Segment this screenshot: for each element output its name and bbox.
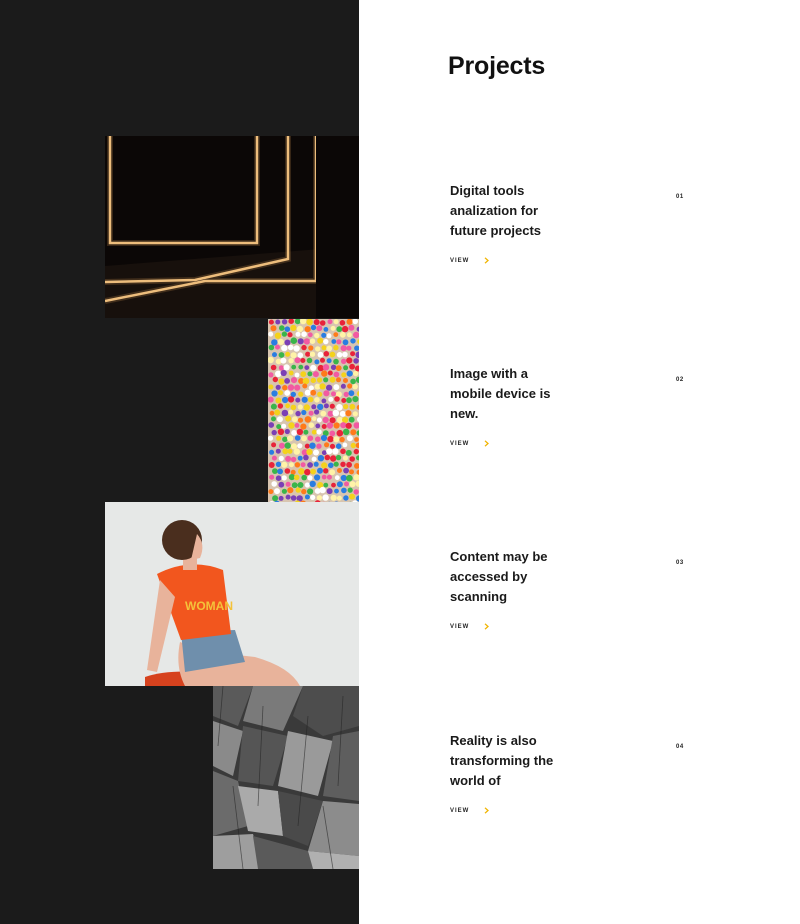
view-label: VIEW bbox=[450, 257, 470, 264]
project-image-woman-orange-tshirt[interactable]: WOMAN bbox=[105, 502, 359, 686]
view-label: VIEW bbox=[450, 440, 470, 447]
view-label: VIEW bbox=[450, 807, 470, 814]
project-image-neon-frames[interactable] bbox=[105, 136, 359, 318]
project-title: Reality is also transforming the world o… bbox=[450, 733, 554, 788]
view-link[interactable]: VIEW bbox=[450, 623, 490, 630]
svg-text:WOMAN: WOMAN bbox=[185, 599, 233, 613]
project-number: 01 bbox=[676, 194, 684, 200]
project-title: Digital tools analization for future pro… bbox=[450, 183, 542, 238]
view-label: VIEW bbox=[450, 623, 470, 630]
project-title: Image with a mobile device is new. bbox=[450, 366, 551, 421]
project-item-1: Digital tools analization for future pro… bbox=[450, 181, 690, 264]
chevron-right-icon bbox=[484, 807, 490, 814]
chevron-right-icon bbox=[484, 257, 490, 264]
view-link[interactable]: VIEW bbox=[450, 257, 490, 264]
project-item-3: Content may be accessed by scanning 03 V… bbox=[450, 547, 690, 630]
page-title: Projects bbox=[448, 52, 546, 80]
project-item-2: Image with a mobile device is new. 02 VI… bbox=[450, 364, 690, 447]
project-image-rock-texture[interactable] bbox=[213, 686, 359, 869]
project-number: 04 bbox=[676, 744, 684, 750]
project-number: 02 bbox=[676, 377, 684, 383]
chevron-right-icon bbox=[484, 440, 490, 447]
project-image-candy-beads[interactable] bbox=[268, 319, 359, 502]
project-title: Content may be accessed by scanning bbox=[450, 549, 548, 604]
chevron-right-icon bbox=[484, 623, 490, 630]
project-number: 03 bbox=[676, 560, 684, 566]
project-item-4: Reality is also transforming the world o… bbox=[450, 731, 690, 814]
view-link[interactable]: VIEW bbox=[450, 440, 490, 447]
view-link[interactable]: VIEW bbox=[450, 807, 490, 814]
